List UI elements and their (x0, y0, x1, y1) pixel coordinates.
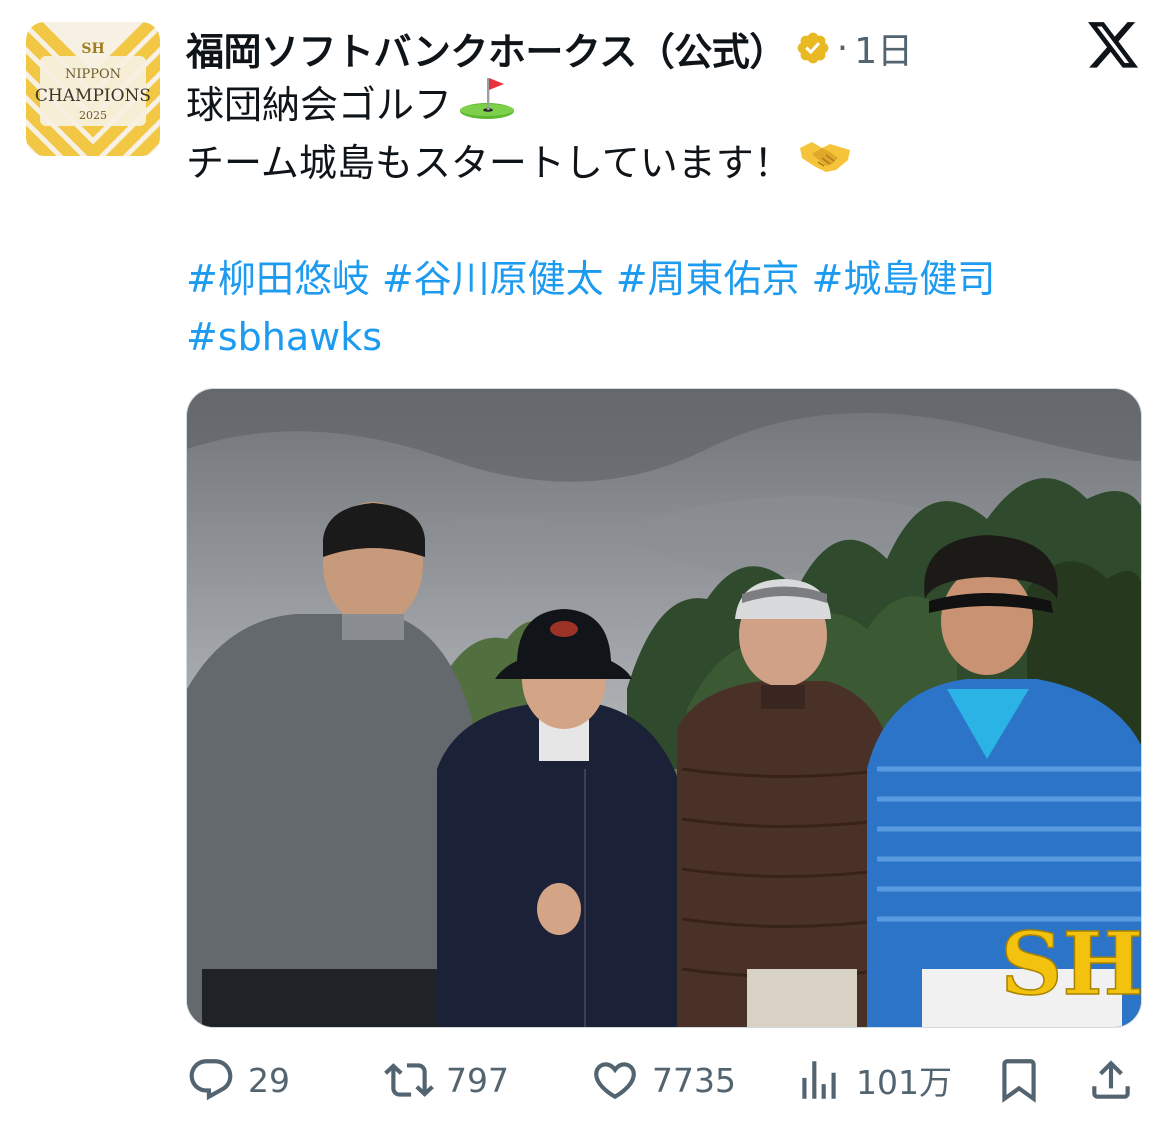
avatar-main-text: CHAMPIONS (35, 86, 151, 106)
display-name[interactable]: 福岡ソフトバンクホークス（公式） (186, 21, 787, 76)
tweet-body: 球団納会ゴルフ チーム城島もスタートしています！ #柳田悠岐 #谷川原健太 #周… (186, 76, 1136, 366)
views-count: 101万 (856, 1063, 952, 1102)
hashtag-link[interactable]: #柳田悠岐 (186, 250, 370, 308)
views-icon (802, 1061, 836, 1099)
tweet-header: 福岡ソフトバンクホークス（公式） · 1日 (186, 18, 913, 78)
retweet-icon (384, 1063, 434, 1097)
heart-icon (594, 1062, 636, 1100)
hashtag-link[interactable]: #城島健司 (812, 250, 996, 308)
reply-count: 29 (248, 1060, 290, 1100)
golf-flag-icon (458, 74, 516, 136)
views-button[interactable]: 101万 (794, 1046, 952, 1114)
avatar-top-text: NIPPON (65, 67, 121, 82)
x-logo-icon[interactable] (1088, 22, 1140, 70)
share-button[interactable] (1086, 1046, 1136, 1114)
svg-text:SH: SH (81, 41, 104, 57)
retweet-count: 797 (446, 1060, 509, 1100)
separator-dot: · (836, 27, 849, 69)
action-bar: 29 797 7735 101万 (186, 1046, 1146, 1114)
share-icon (1092, 1060, 1130, 1099)
reply-button[interactable]: 29 (186, 1046, 290, 1114)
account-avatar[interactable]: SH NIPPON CHAMPIONS 2025 (26, 22, 160, 156)
tweet-line-2: チーム城島もスタートしています！ (186, 134, 1136, 192)
bookmark-button[interactable] (994, 1046, 1044, 1114)
hashtag-line-2: #sbhawks (186, 308, 1136, 366)
tweet-card: SH NIPPON CHAMPIONS 2025 福岡ソフトバンクホークス（公式… (0, 0, 1170, 1142)
bookmark-icon (1002, 1059, 1036, 1103)
hashtag-link[interactable]: #周東佑京 (616, 250, 800, 308)
photo-watermark: SH (1000, 914, 1142, 1015)
hashtag-link[interactable]: #sbhawks (186, 308, 382, 366)
post-time[interactable]: 1日 (854, 22, 913, 74)
tweet-line-1: 球団納会ゴルフ (186, 76, 1136, 134)
tweet-line-1-text: 球団納会ゴルフ (186, 83, 453, 127)
like-button[interactable]: 7735 (590, 1046, 736, 1114)
retweet-button[interactable]: 797 (384, 1046, 509, 1114)
reply-icon (189, 1059, 233, 1101)
like-count: 7735 (652, 1060, 736, 1100)
tweet-line-2-text: チーム城島もスタートしています！ (186, 141, 792, 185)
hashtag-line-1: #柳田悠岐 #谷川原健太 #周東佑京 #城島健司 (186, 250, 1136, 308)
verified-badge-icon[interactable] (795, 30, 831, 66)
tweet-photo[interactable]: SH (186, 388, 1142, 1028)
hashtag-link[interactable]: #谷川原健太 (382, 250, 604, 308)
avatar-year-text: 2025 (79, 109, 107, 122)
handshake-icon (798, 134, 852, 192)
